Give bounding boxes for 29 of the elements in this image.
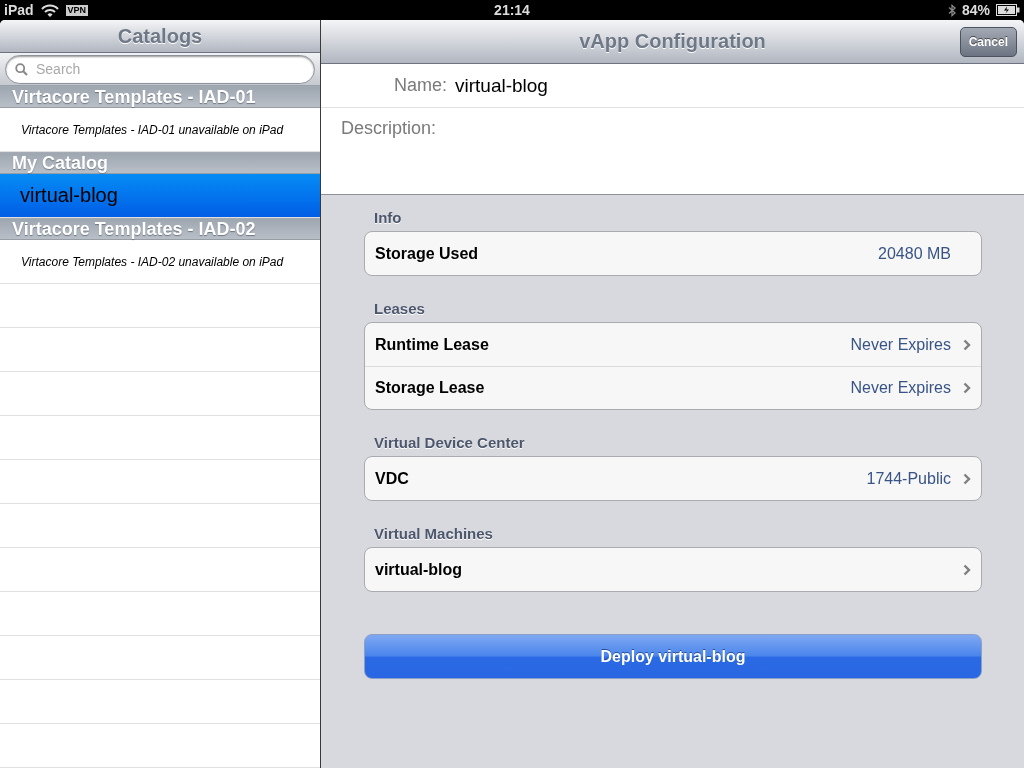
unavailable-message: Virtacore Templates - IAD-02 unavailable on iPad <box>0 240 320 284</box>
table-row[interactable]: VDC 1744-Public <box>365 457 981 500</box>
deploy-button[interactable]: Deploy virtual-blog <box>364 634 982 679</box>
section-header: My Catalog <box>0 152 320 174</box>
search-icon <box>15 62 28 76</box>
search-field[interactable]: Search <box>5 54 315 84</box>
section-header: Virtacore Templates - IAD-01 <box>0 86 320 108</box>
field-label: Name: <box>393 75 447 96</box>
group-header: Leases <box>373 298 426 319</box>
clock-time: 21:14 <box>494 2 530 18</box>
table-row[interactable]: Storage Lease Never Expires <box>365 366 981 409</box>
group-header: Virtual Device Center <box>373 432 526 453</box>
vpn-indicator: VPN <box>65 4 89 16</box>
battery-percentage: 84% <box>962 2 990 18</box>
field-label: Description: <box>341 118 437 138</box>
bluetooth-icon <box>948 3 956 17</box>
device-name: iPad <box>4 2 34 18</box>
wifi-icon <box>40 3 59 17</box>
catalog-item[interactable]: virtual-blog <box>0 174 320 218</box>
table-row[interactable]: virtual-blog <box>365 548 981 591</box>
group-header: Virtual Machines <box>373 523 494 544</box>
battery-icon <box>996 4 1020 16</box>
section-header: Virtacore Templates - IAD-02 <box>0 218 320 240</box>
name-value[interactable]: virtual-blog <box>455 74 548 97</box>
table-row[interactable]: Runtime Lease Never Expires <box>365 323 981 366</box>
pane-title: Catalogs <box>117 24 203 48</box>
group-header: Info <box>373 207 403 228</box>
table-row-text: Storage Used 20480 MB <box>374 243 952 264</box>
pane-title: vApp Configuration <box>579 30 766 53</box>
